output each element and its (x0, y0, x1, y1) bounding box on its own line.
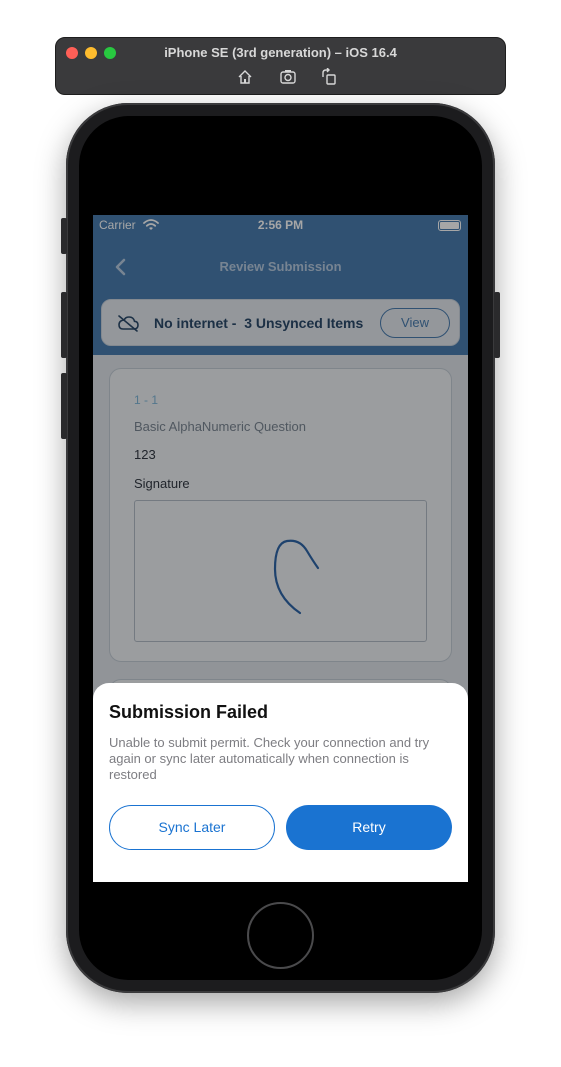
home-button[interactable] (247, 902, 314, 969)
simulator-title-bar: iPhone SE (3rd generation) – iOS 16.4 (55, 37, 506, 95)
power-button (494, 292, 500, 358)
screenshot-icon[interactable] (279, 68, 297, 86)
retry-button[interactable]: Retry (286, 805, 452, 850)
device-screen: Review Submission No internet - 3 Unsync… (93, 215, 468, 882)
volume-down-button (61, 373, 67, 439)
home-icon[interactable] (236, 68, 254, 86)
dialog-message: Unable to submit permit. Check your conn… (109, 735, 430, 782)
volume-up-button (61, 292, 67, 358)
submission-failed-dialog: Submission Failed Unable to submit permi… (93, 683, 468, 882)
simulator-title: iPhone SE (3rd generation) – iOS 16.4 (164, 45, 397, 60)
mute-switch (61, 218, 67, 254)
dialog-title: Submission Failed (109, 702, 269, 722)
rotate-icon[interactable] (320, 68, 338, 86)
simulator-toolbar (56, 68, 505, 86)
sync-later-button[interactable]: Sync Later (109, 805, 275, 850)
